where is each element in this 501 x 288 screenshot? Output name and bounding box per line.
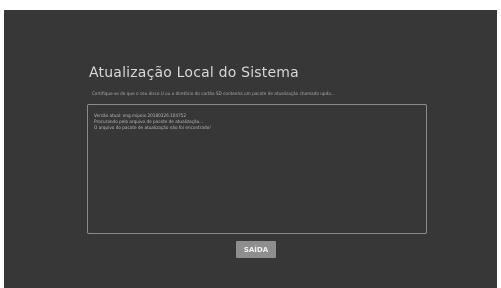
screen: Atualização Local do Sistema Certifique-… — [4, 10, 497, 288]
update-log-box[interactable]: Versão atual: eng.mipeix.20180326.104752… — [87, 104, 427, 234]
dialog-title: Atualização Local do Sistema — [89, 65, 299, 81]
exit-button[interactable]: SAÍDA — [236, 241, 276, 258]
log-line-not-found: O arquivo do pacote de atualização não f… — [94, 125, 211, 130]
system-update-dialog: Atualização Local do Sistema Certifique-… — [4, 10, 497, 288]
instruction-text: Certifique-se de que o seu disco U ou o … — [92, 91, 335, 96]
